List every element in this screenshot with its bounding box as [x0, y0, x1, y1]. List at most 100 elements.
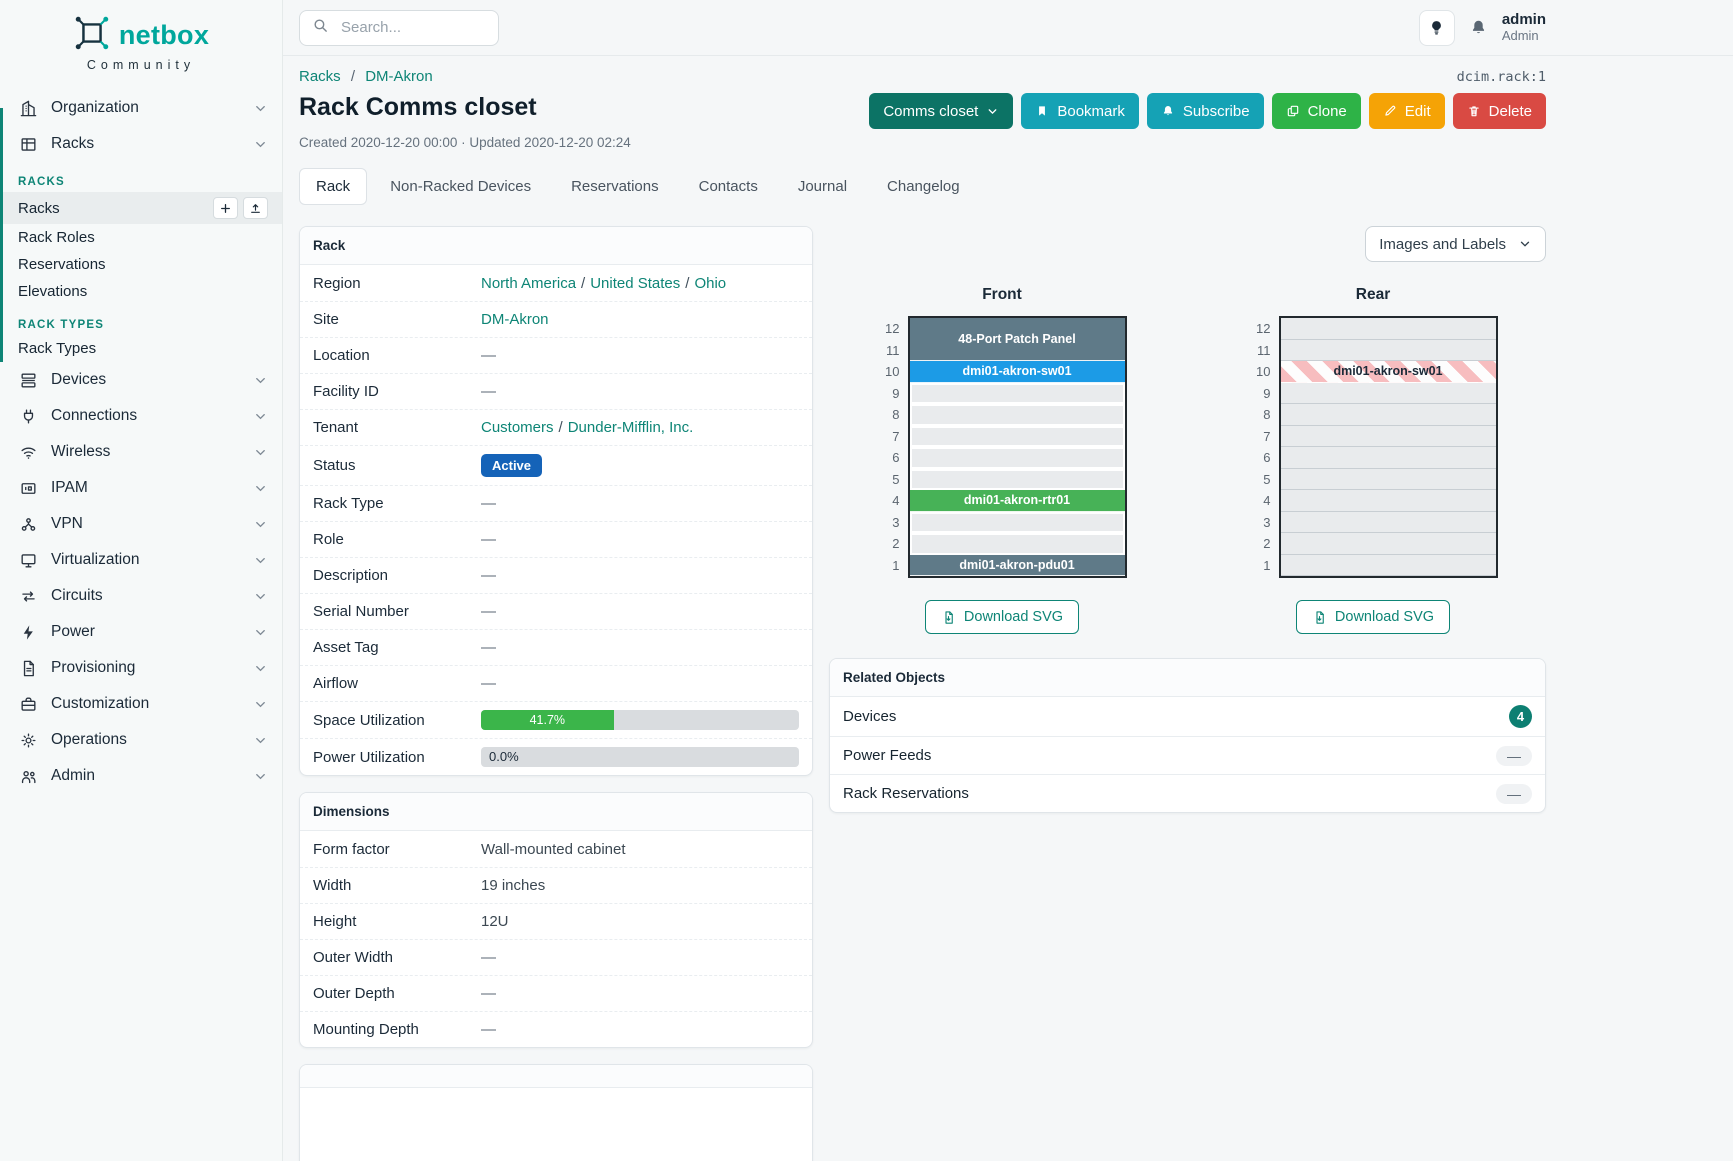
- sidebar-item-wireless[interactable]: Wireless: [0, 434, 282, 470]
- clone-button[interactable]: Clone: [1272, 93, 1361, 129]
- elevation-view-selector[interactable]: Images and Labels: [1365, 226, 1546, 262]
- sidebar-item-virtualization[interactable]: Virtualization: [0, 542, 282, 578]
- breadcrumb-racks-link[interactable]: Racks: [299, 68, 341, 85]
- related-rack-reservations-row[interactable]: Rack Reservations —: [830, 774, 1545, 812]
- chevron-down-icon: [253, 101, 268, 116]
- tenant-group-link[interactable]: Customers: [481, 419, 554, 436]
- sidebar-item-vpn[interactable]: VPN: [0, 506, 282, 542]
- building-icon: [18, 98, 38, 118]
- rack-empty-slot[interactable]: [910, 404, 1125, 426]
- rack-empty-slot[interactable]: [910, 447, 1125, 469]
- rack-unit-number: 1: [1263, 555, 1270, 577]
- theme-toggle-button[interactable]: [1419, 10, 1455, 46]
- breadcrumb-site-link[interactable]: DM-Akron: [365, 68, 433, 85]
- edit-button[interactable]: Edit: [1369, 93, 1445, 129]
- network-icon: [18, 514, 38, 534]
- rack-empty-slot[interactable]: [1281, 555, 1496, 577]
- rack-empty-slot[interactable]: [1281, 340, 1496, 362]
- subscribe-button[interactable]: Subscribe: [1147, 93, 1264, 129]
- region-link[interactable]: North America: [481, 275, 576, 292]
- tab-non-racked-devices[interactable]: Non-Racked Devices: [373, 168, 548, 205]
- status-badge: Active: [481, 454, 542, 477]
- tenant-link[interactable]: Dunder-Mifflin, Inc.: [568, 419, 694, 436]
- pencil-icon: [1383, 104, 1397, 118]
- plug-icon: [18, 406, 38, 426]
- ipam-icon: [18, 478, 38, 498]
- import-racks-button[interactable]: [243, 197, 268, 219]
- rack-device[interactable]: 48-Port Patch Panel: [910, 318, 1125, 361]
- related-power-feeds-row[interactable]: Power Feeds —: [830, 736, 1545, 774]
- topbar: admin Admin: [283, 0, 1733, 56]
- search-input[interactable]: [339, 18, 486, 37]
- global-search[interactable]: [299, 10, 499, 46]
- sidebar-item-connections[interactable]: Connections: [0, 398, 282, 434]
- sidebar-item-power[interactable]: Power: [0, 614, 282, 650]
- sidebar-item-racks-group[interactable]: Racks: [0, 126, 282, 162]
- field-mounting-depth: Mounting Depth —: [300, 1011, 812, 1047]
- rack-device[interactable]: dmi01-akron-sw01: [910, 361, 1125, 383]
- sidebar-item-reservations[interactable]: Reservations: [0, 251, 282, 278]
- related-devices-row[interactable]: Devices 4: [830, 697, 1545, 736]
- sidebar-item-organization[interactable]: Organization: [0, 90, 282, 126]
- sidebar-item-ipam[interactable]: IPAM: [0, 470, 282, 506]
- region-link[interactable]: Ohio: [694, 275, 726, 292]
- username: admin: [1502, 11, 1546, 28]
- sidebar-item-racks[interactable]: Racks: [0, 192, 282, 224]
- download-svg-front-button[interactable]: Download SVG: [925, 600, 1079, 634]
- sidebar-item-rack-types[interactable]: Rack Types: [0, 335, 282, 362]
- site-link[interactable]: DM-Akron: [481, 311, 549, 328]
- power-feeds-empty-badge: —: [1496, 746, 1532, 766]
- add-rack-button[interactable]: [213, 197, 238, 219]
- sidebar-item-rack-roles[interactable]: Rack Roles: [0, 224, 282, 251]
- rack-unit-number: 3: [892, 512, 899, 534]
- tab-reservations[interactable]: Reservations: [554, 168, 676, 205]
- sidebar-item-customization[interactable]: Customization: [0, 686, 282, 722]
- rack-device[interactable]: dmi01-akron-pdu01: [910, 555, 1125, 577]
- rack-empty-slot[interactable]: [910, 512, 1125, 534]
- rack-empty-slot[interactable]: [910, 533, 1125, 555]
- field-serial-number: Serial Number —: [300, 593, 812, 629]
- download-svg-rear-button[interactable]: Download SVG: [1296, 600, 1450, 634]
- region-link[interactable]: United States: [590, 275, 680, 292]
- rack-empty-slot[interactable]: [1281, 404, 1496, 426]
- sidebar-item-circuits[interactable]: Circuits: [0, 578, 282, 614]
- rack-device[interactable]: dmi01-akron-rtr01: [910, 490, 1125, 512]
- rack-empty-slot[interactable]: [910, 469, 1125, 491]
- tab-journal[interactable]: Journal: [781, 168, 864, 205]
- devices-count-badge: 4: [1509, 705, 1532, 728]
- rack-empty-slot[interactable]: [910, 426, 1125, 448]
- bookmark-button[interactable]: Bookmark: [1021, 93, 1139, 129]
- rack-empty-slot[interactable]: [910, 383, 1125, 405]
- sidebar-item-provisioning[interactable]: Provisioning: [0, 650, 282, 686]
- tab-contacts[interactable]: Contacts: [682, 168, 775, 205]
- rack-unit-number: 5: [892, 469, 899, 491]
- chevron-down-icon: [253, 625, 268, 640]
- rack-empty-slot[interactable]: [1281, 318, 1496, 340]
- users-icon: [18, 766, 38, 786]
- rack-empty-slot[interactable]: [1281, 490, 1496, 512]
- sidebar-item-devices[interactable]: Devices: [0, 362, 282, 398]
- user-menu[interactable]: admin Admin: [1502, 11, 1546, 43]
- rack-empty-slot[interactable]: [1281, 426, 1496, 448]
- rack-device[interactable]: dmi01-akron-sw01: [1281, 361, 1496, 383]
- sidebar-item-elevations[interactable]: Elevations: [0, 278, 282, 305]
- field-height: Height 12U: [300, 903, 812, 939]
- field-form-factor: Form factor Wall-mounted cabinet: [300, 831, 812, 867]
- tab-changelog[interactable]: Changelog: [870, 168, 977, 205]
- rename-dropdown-button[interactable]: Comms closet: [869, 93, 1013, 129]
- rack-empty-slot[interactable]: [1281, 447, 1496, 469]
- rack-empty-slot[interactable]: [1281, 469, 1496, 491]
- related-objects-title: Related Objects: [830, 659, 1545, 697]
- rack-empty-slot[interactable]: [1281, 533, 1496, 555]
- rack-empty-slot[interactable]: [1281, 512, 1496, 534]
- rack-unit-number: 3: [1263, 512, 1270, 534]
- delete-button[interactable]: Delete: [1453, 93, 1546, 129]
- rack-empty-slot[interactable]: [1281, 383, 1496, 405]
- tab-rack[interactable]: Rack: [299, 168, 367, 205]
- netbox-logo[interactable]: netbox Community: [0, 0, 282, 74]
- rack-unit-number: 10: [1256, 361, 1270, 383]
- rack-unit-number: 6: [892, 447, 899, 469]
- notifications-bell-icon[interactable]: [1469, 18, 1488, 37]
- sidebar-item-operations[interactable]: Operations: [0, 722, 282, 758]
- sidebar-item-admin[interactable]: Admin: [0, 758, 282, 794]
